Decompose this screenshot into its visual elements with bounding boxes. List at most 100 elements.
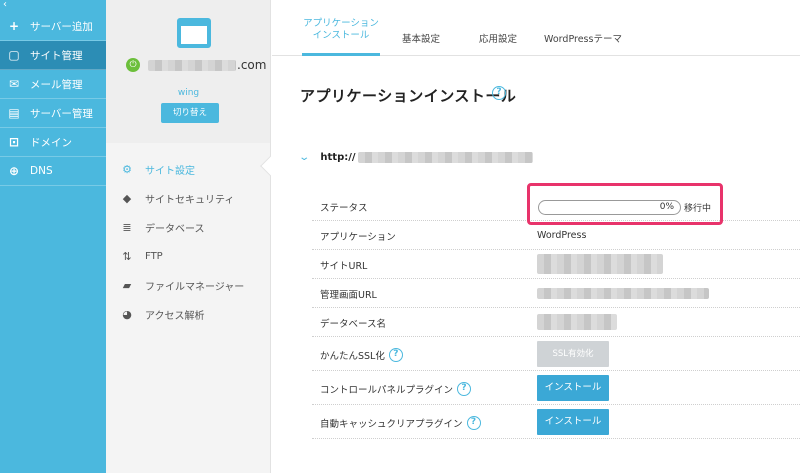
globe-icon: ⊕ xyxy=(8,164,20,178)
site-url-value xyxy=(537,250,663,278)
site-menu-label: ファイルマネージャー xyxy=(145,282,245,293)
ssl-value: SSL有効化 xyxy=(537,337,609,370)
row-cp-plugin: コントロールパネルプラグイン ? インストール xyxy=(312,371,800,405)
row-db-name: データベース名 xyxy=(312,308,800,337)
main-nav: ‹ + サーバー追加 ▢ サイト管理 ✉ メール管理 ▤ サーバー管理 ⊡ ドメ… xyxy=(0,0,106,473)
row-label: かんたんSSL化 ? xyxy=(320,348,403,362)
window-icon: ▢ xyxy=(8,48,20,62)
install-cp-plugin-button[interactable]: インストール xyxy=(537,374,609,401)
collapse-icon[interactable]: ‹ xyxy=(0,0,106,12)
site-menu-access-analytics[interactable]: ◕ アクセス解析 xyxy=(106,300,271,329)
site-panel: ⏻ .com wing 切り替え ⚙ サイト設定 ◆ サイトセキュリティ ≣ デ… xyxy=(106,0,280,473)
folder-icon: ▰ xyxy=(122,279,132,292)
row-label: 自動キャッシュクリアプラグイン ? xyxy=(320,416,481,430)
nav-item-mail-management[interactable]: ✉ メール管理 xyxy=(0,70,106,99)
nav-item-label: サーバー追加 xyxy=(30,20,93,33)
nav-item-add-server[interactable]: + サーバー追加 xyxy=(0,12,106,41)
help-icon[interactable]: ? xyxy=(466,416,481,430)
install-progress-bar: 0% xyxy=(538,200,681,215)
nav-item-label: サイト管理 xyxy=(30,49,83,62)
help-icon[interactable]: ? xyxy=(457,382,472,396)
site-menu-label: FTP xyxy=(145,251,163,262)
main-content: アプリケーション インストール 基本設定 応用設定 WordPressテーマ ア… xyxy=(272,0,800,473)
nav-item-label: サーバー管理 xyxy=(30,107,93,120)
row-label: アプリケーション xyxy=(320,232,396,243)
transfer-icon: ⇅ xyxy=(122,250,132,263)
server-name: wing xyxy=(177,88,200,98)
admin-url-value xyxy=(537,279,709,307)
tab-label-line1: アプリケーション xyxy=(303,18,379,29)
row-ssl: かんたんSSL化 ? SSL有効化 xyxy=(312,337,800,371)
help-icon[interactable]: ? xyxy=(388,348,403,362)
site-menu-site-security[interactable]: ◆ サイトセキュリティ xyxy=(106,184,271,213)
nav-item-label: DNS xyxy=(30,165,53,177)
nav-item-domain[interactable]: ⊡ ドメイン xyxy=(0,128,106,157)
site-menu-database[interactable]: ≣ データベース xyxy=(106,213,271,242)
site-url-header[interactable]: ⌄ http:// xyxy=(298,152,533,163)
cp-plugin-label: コントロールパネルプラグイン xyxy=(320,385,454,396)
row-cache-plugin: 自動キャッシュクリアプラグイン ? インストール xyxy=(312,405,800,439)
browser-window-icon xyxy=(177,18,211,48)
domain-icon: ⊡ xyxy=(8,135,20,149)
domain-row: ⏻ .com xyxy=(126,58,266,72)
db-name-value xyxy=(537,308,617,336)
row-label: データベース名 xyxy=(320,319,387,330)
tab-label: WordPressテーマ xyxy=(544,34,622,45)
status-state: 移行中 xyxy=(684,204,712,214)
tab-wordpress-theme[interactable]: WordPressテーマ xyxy=(538,34,628,46)
site-url-redacted xyxy=(537,254,663,274)
help-icon[interactable]: ? xyxy=(492,86,506,100)
active-tab-indicator xyxy=(302,53,380,56)
row-application: アプリケーション WordPress xyxy=(312,221,800,250)
nav-item-site-management[interactable]: ▢ サイト管理 xyxy=(0,41,106,70)
plus-icon: + xyxy=(8,19,20,33)
site-menu-label: アクセス解析 xyxy=(145,311,205,322)
tab-label: 基本設定 xyxy=(401,34,440,45)
site-menu-ftp[interactable]: ⇅ FTP xyxy=(106,242,271,271)
tab-advanced-settings[interactable]: 応用設定 xyxy=(473,34,523,46)
row-label: ステータス xyxy=(320,203,368,214)
page-title: アプリケーションインストール xyxy=(300,87,517,105)
database-icon: ≣ xyxy=(122,221,132,234)
site-menu-site-settings[interactable]: ⚙ サイト設定 xyxy=(106,155,271,184)
db-name-redacted xyxy=(537,314,617,330)
server-icon: ▤ xyxy=(8,106,20,120)
row-label: 管理画面URL xyxy=(320,290,377,301)
site-header: ⏻ .com wing 切り替え xyxy=(106,0,270,143)
site-menu-file-manager[interactable]: ▰ ファイルマネージャー xyxy=(106,271,271,300)
nav-item-server-management[interactable]: ▤ サーバー管理 xyxy=(0,99,106,128)
row-label: サイトURL xyxy=(320,261,368,272)
tab-app-install[interactable]: アプリケーション インストール xyxy=(302,18,380,42)
admin-url-redacted xyxy=(537,287,709,299)
url-prefix: http:// xyxy=(320,152,356,163)
progress-percent: 0% xyxy=(659,202,674,212)
power-icon: ⏻ xyxy=(126,58,140,72)
ssl-label: かんたんSSL化 xyxy=(320,351,385,362)
shield-icon: ◆ xyxy=(122,192,132,205)
nav-item-label: メール管理 xyxy=(30,78,83,91)
cache-plugin-value: インストール xyxy=(537,405,609,438)
pie-chart-icon: ◕ xyxy=(122,308,132,321)
app-details-table: ステータス アプリケーション WordPress サイトURL 管理画面URL … xyxy=(312,192,800,439)
row-admin-url: 管理画面URL xyxy=(312,279,800,308)
nav-item-label: ドメイン xyxy=(30,136,72,149)
install-cache-plugin-button[interactable]: インストール xyxy=(537,408,609,435)
site-menu: ⚙ サイト設定 ◆ サイトセキュリティ ≣ データベース ⇅ FTP ▰ ファイ… xyxy=(106,155,271,329)
tab-bar: アプリケーション インストール 基本設定 応用設定 WordPressテーマ xyxy=(272,0,800,56)
switch-button[interactable]: 切り替え xyxy=(161,103,219,123)
site-menu-label: データベース xyxy=(145,224,205,235)
gear-icon: ⚙ xyxy=(122,163,132,176)
row-site-url: サイトURL xyxy=(312,250,800,279)
nav-item-dns[interactable]: ⊕ DNS xyxy=(0,157,106,186)
domain-suffix: .com xyxy=(237,58,267,72)
application-value: WordPress xyxy=(537,229,587,241)
domain-name-redacted xyxy=(148,59,236,71)
row-label: コントロールパネルプラグイン ? xyxy=(320,382,472,396)
tab-label: 応用設定 xyxy=(478,34,517,45)
cache-plugin-label: 自動キャッシュクリアプラグイン xyxy=(320,419,463,430)
mail-icon: ✉ xyxy=(8,77,20,91)
tab-basic-settings[interactable]: 基本設定 xyxy=(396,34,446,46)
url-redacted xyxy=(357,152,533,163)
cp-plugin-value: インストール xyxy=(537,371,609,404)
chevron-down-icon[interactable]: ⌄ xyxy=(298,152,310,163)
